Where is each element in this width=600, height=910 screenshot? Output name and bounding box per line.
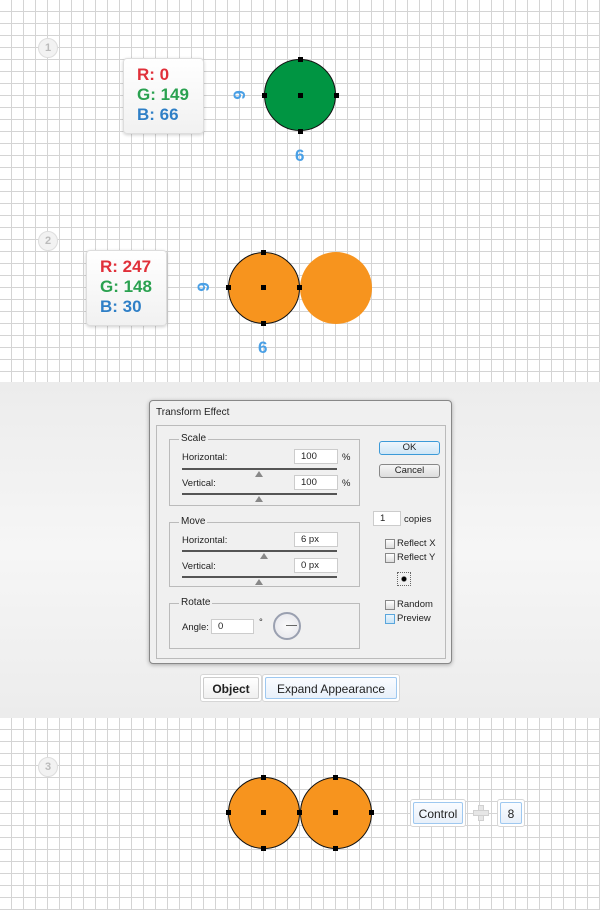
dialog-title: Transform Effect xyxy=(156,407,230,418)
center-point xyxy=(261,285,266,290)
scale-group: Scale Horizontal: 100 % Vertical: 100 % xyxy=(169,433,360,506)
checkbox-box[interactable] xyxy=(385,613,395,624)
percent-unit: % xyxy=(342,478,351,489)
menu-expand-appearance-label: Expand Appearance xyxy=(265,677,397,699)
menu-object[interactable]: Object xyxy=(200,674,262,702)
plus-icon xyxy=(473,805,489,821)
move-group: Move Horizontal: 6 px Vertical: 0 px xyxy=(169,516,360,587)
checkbox-box[interactable] xyxy=(385,552,395,563)
red-value: R: 247 xyxy=(100,257,152,276)
angle-label: Angle: xyxy=(182,622,209,633)
shortcut-key-control: Control xyxy=(410,799,466,827)
step-number-2: 2 xyxy=(38,231,58,251)
center-point xyxy=(333,810,338,815)
copies-input[interactable]: 1 xyxy=(373,511,401,526)
angle-indicator xyxy=(286,625,297,626)
anchor-point xyxy=(333,846,338,851)
anchor-point xyxy=(297,285,302,290)
reflect-x-checkbox[interactable]: Reflect X xyxy=(385,538,436,549)
center-point xyxy=(298,93,303,98)
slider-thumb[interactable] xyxy=(255,579,263,585)
red-value: R: 0 xyxy=(137,65,170,84)
transform-effect-dialog: Transform Effect Scale Horizontal: 100 %… xyxy=(149,400,452,664)
degree-unit: ° xyxy=(259,617,263,628)
anchor-point xyxy=(334,93,339,98)
reflect-y-checkbox[interactable]: Reflect Y xyxy=(385,552,435,563)
step-number-3: 3 xyxy=(38,757,58,777)
checkbox-box[interactable] xyxy=(385,538,395,549)
anchor-point xyxy=(369,810,374,815)
width-dimension: 6 xyxy=(295,146,305,165)
blue-value: B: 30 xyxy=(100,297,142,316)
angle-input[interactable]: 0 xyxy=(211,619,254,634)
dialog-body: Scale Horizontal: 100 % Vertical: 100 % … xyxy=(156,425,446,659)
anchor-point xyxy=(261,846,266,851)
anchor-point xyxy=(298,129,303,134)
height-dimension: 6 xyxy=(193,282,213,292)
preview-checkbox[interactable]: Preview xyxy=(385,613,431,624)
random-label: Random xyxy=(397,599,433,610)
scale-vertical-label: Vertical: xyxy=(182,478,216,489)
scale-horizontal-input[interactable]: 100 xyxy=(294,449,338,464)
control-key-label: Control xyxy=(413,802,463,824)
width-dimension: 6 xyxy=(258,338,268,357)
menu-object-label: Object xyxy=(203,677,259,699)
percent-unit: % xyxy=(342,452,351,463)
orange-circle-copy xyxy=(300,252,372,324)
move-vertical-input[interactable]: 0 px xyxy=(294,558,338,573)
scale-horizontal-slider[interactable] xyxy=(182,468,337,477)
slider-thumb[interactable] xyxy=(255,471,263,477)
cancel-button[interactable]: Cancel xyxy=(379,464,440,478)
preview-label: Preview xyxy=(397,613,431,624)
menu-expand-appearance[interactable]: Expand Appearance xyxy=(262,674,400,702)
anchor-point xyxy=(298,57,303,62)
green-value: G: 149 xyxy=(137,85,189,104)
color-readout-orange: R: 247 G: 148 B: 30 xyxy=(86,250,167,326)
anchor-point xyxy=(261,775,266,780)
anchor-point xyxy=(226,285,231,290)
green-value: G: 148 xyxy=(100,277,152,296)
reflect-y-label: Reflect Y xyxy=(397,552,436,563)
scale-vertical-slider[interactable] xyxy=(182,493,337,502)
center-point xyxy=(261,810,266,815)
angle-dial[interactable] xyxy=(273,612,301,640)
random-checkbox[interactable]: Random xyxy=(385,599,433,610)
ok-button[interactable]: OK xyxy=(379,441,440,455)
height-dimension: 6 xyxy=(229,90,249,100)
anchor-point xyxy=(333,775,338,780)
slider-thumb[interactable] xyxy=(260,553,268,559)
scale-legend: Scale xyxy=(179,433,209,444)
reference-point-icon[interactable] xyxy=(397,572,411,586)
move-horizontal-slider[interactable] xyxy=(182,550,337,559)
move-vertical-slider[interactable] xyxy=(182,576,337,585)
move-vertical-label: Vertical: xyxy=(182,561,216,572)
step-number-1: 1 xyxy=(38,38,58,58)
move-legend: Move xyxy=(179,516,208,527)
shortcut-key-8: 8 xyxy=(497,799,525,827)
anchor-point xyxy=(261,321,266,326)
slider-thumb[interactable] xyxy=(255,496,263,502)
move-horizontal-input[interactable]: 6 px xyxy=(294,532,338,547)
scale-vertical-input[interactable]: 100 xyxy=(294,475,338,490)
rotate-group: Rotate Angle: 0 ° xyxy=(169,597,360,649)
anchor-point xyxy=(226,810,231,815)
scale-horizontal-label: Horizontal: xyxy=(182,452,228,463)
color-readout-green: R: 0 G: 149 B: 66 xyxy=(123,58,204,134)
blue-value: B: 66 xyxy=(137,105,179,124)
checkbox-box[interactable] xyxy=(385,599,395,610)
anchor-point xyxy=(297,810,302,815)
move-horizontal-label: Horizontal: xyxy=(182,535,228,546)
anchor-point xyxy=(261,250,266,255)
copies-label: copies xyxy=(404,514,432,525)
key-8-label: 8 xyxy=(500,802,522,824)
reflect-x-label: Reflect X xyxy=(397,538,436,549)
anchor-point xyxy=(262,93,267,98)
rotate-legend: Rotate xyxy=(179,597,213,608)
